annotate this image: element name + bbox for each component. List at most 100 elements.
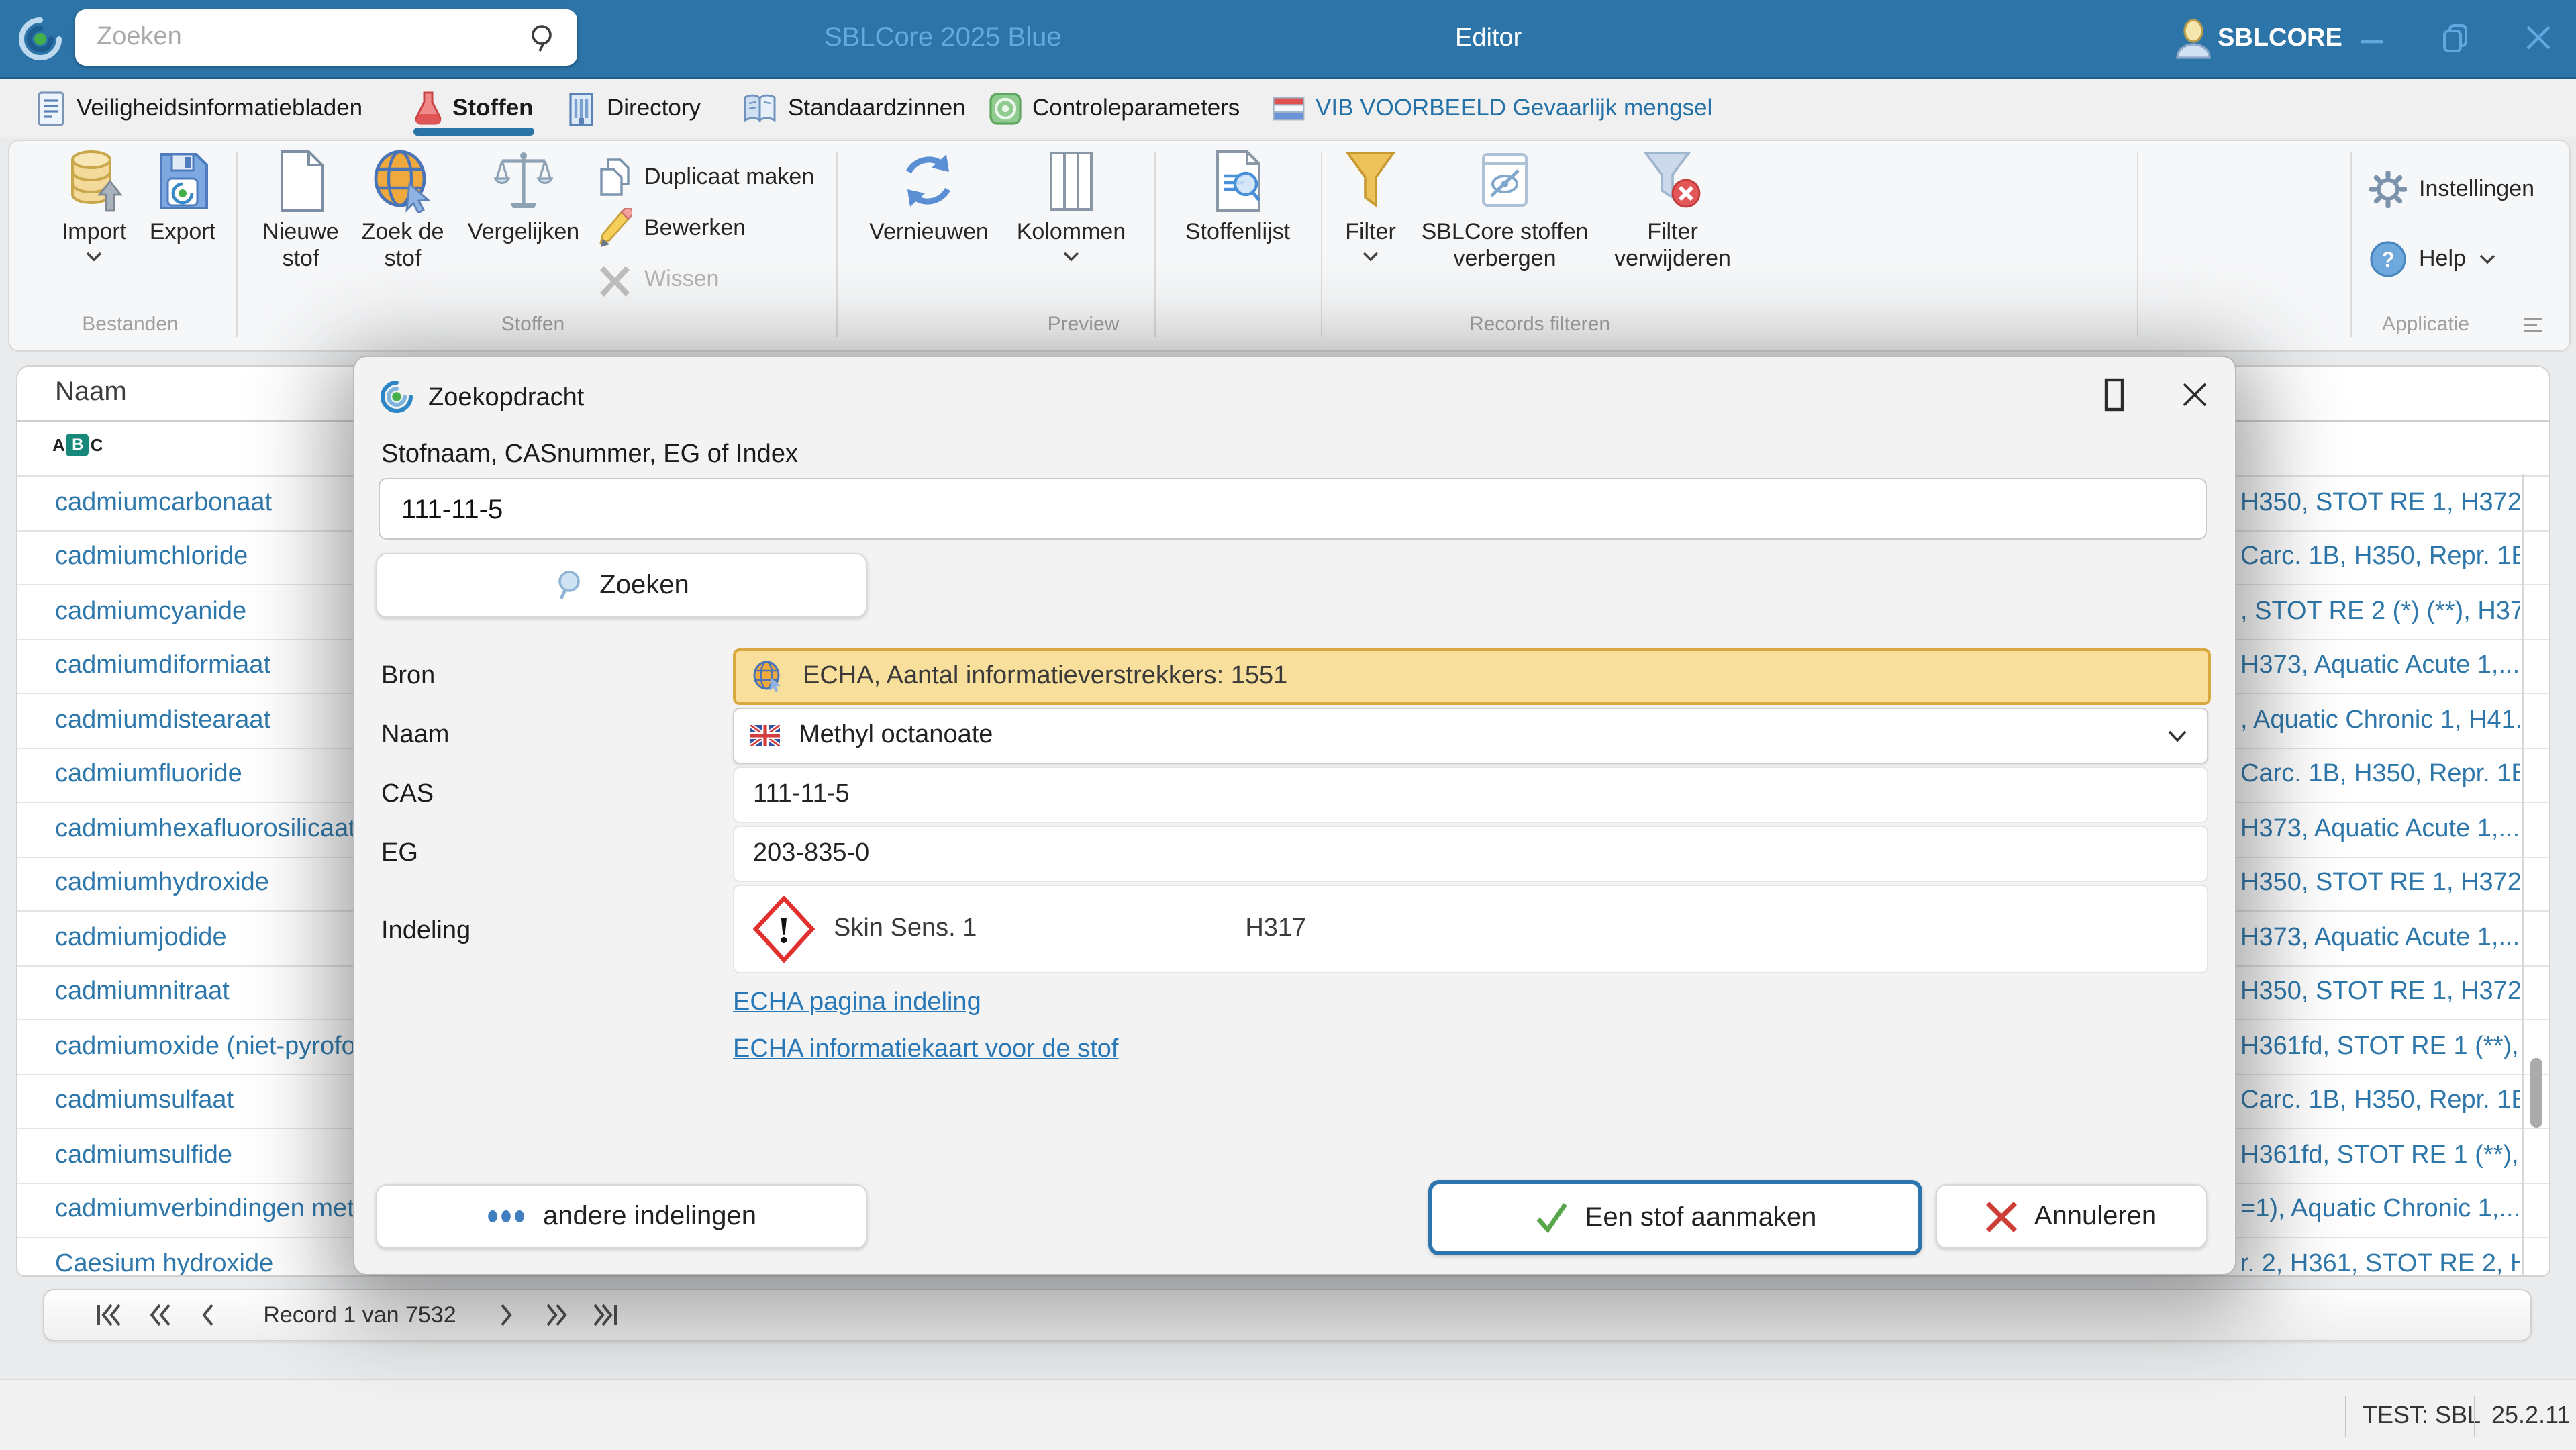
group-divider	[2137, 152, 2138, 337]
filter-funnel-icon	[1345, 152, 1396, 208]
more-dots-icon	[489, 1210, 525, 1222]
app-logo-icon	[19, 17, 62, 60]
user-avatar-icon[interactable]	[2175, 19, 2212, 59]
vernieuwen-button[interactable]: Vernieuwen	[863, 149, 995, 246]
dialog-title: Zoekopdracht	[428, 384, 585, 412]
naam-label: Naam	[381, 721, 450, 749]
record-counter: Record 1 van 7532	[263, 1302, 456, 1328]
previous-page-icon[interactable]	[149, 1290, 173, 1340]
group-divider	[2350, 152, 2352, 337]
import-button[interactable]: Import	[47, 149, 141, 262]
annuleren-button[interactable]: Annuleren	[1936, 1184, 2207, 1249]
stoffenlijst-button[interactable]: Stoffenlijst	[1171, 149, 1305, 246]
substance-search-field[interactable]	[379, 478, 2230, 541]
dialog-close-icon[interactable]	[2180, 380, 2210, 409]
record-navigator: Record 1 van 7532	[43, 1289, 2532, 1341]
cancel-x-icon	[1986, 1202, 2018, 1232]
target-icon	[989, 92, 1022, 124]
column-divider	[2522, 474, 2524, 1275]
tab-label: VIB VOORBEELD Gevaarlijk mengsel	[1316, 94, 1713, 121]
chevron-down-icon	[86, 252, 102, 262]
tab-vib-voorbeeld[interactable]: VIB VOORBEELD Gevaarlijk mengsel	[1273, 79, 1712, 137]
andere-indelingen-button[interactable]: andere indelingen	[376, 1184, 867, 1249]
tab-directory[interactable]: Directory	[566, 79, 701, 137]
zoekopdracht-dialog: Zoekopdracht Stofnaam, CASnummer, EG of …	[353, 356, 2236, 1275]
export-button[interactable]: Export	[136, 149, 230, 246]
check-icon	[1536, 1203, 1567, 1234]
group-label-bestanden: Bestanden	[82, 313, 179, 336]
abc-filter-icon[interactable]: A B C	[52, 434, 103, 456]
last-record-icon[interactable]	[592, 1290, 619, 1340]
globe-search-icon	[374, 150, 431, 213]
version-label: 25.2.11	[2491, 1402, 2571, 1429]
zoek-de-stof-button[interactable]: Zoek de stof	[352, 149, 454, 273]
next-record-icon[interactable]	[498, 1290, 514, 1340]
global-search-input[interactable]	[94, 21, 529, 54]
een-stof-aanmaken-button[interactable]: Een stof aanmaken	[1428, 1180, 1922, 1255]
help-button[interactable]: ? Help	[2369, 238, 2497, 281]
active-tab-indicator	[413, 128, 534, 136]
cas-field[interactable]: 111-11-5	[733, 767, 2208, 823]
close-window-icon[interactable]	[2522, 21, 2555, 54]
account-label[interactable]: SBLCORE	[2218, 0, 2342, 77]
status-divider	[2474, 1396, 2475, 1437]
echa-pagina-indeling-link[interactable]: ECHA pagina indeling	[733, 988, 981, 1018]
search-icon	[532, 25, 552, 52]
dialog-maximize-icon[interactable]	[2099, 377, 2129, 412]
pencil-icon	[599, 208, 632, 247]
first-record-icon[interactable]	[95, 1290, 122, 1340]
instellingen-button[interactable]: Instellingen	[2369, 168, 2534, 211]
columns-icon	[1050, 152, 1093, 211]
filter-verwijderen-button[interactable]: Filter verwijderen	[1599, 149, 1746, 273]
delete-x-icon	[600, 266, 630, 297]
group-label-applicatie: Applicatie	[2381, 313, 2470, 336]
group-divider	[236, 152, 238, 337]
list-preview-icon	[1216, 150, 1260, 212]
vertical-scrollbar-thumb[interactable]	[2530, 1058, 2542, 1128]
tab-controleparameters[interactable]: Controleparameters	[989, 79, 1240, 137]
bron-field[interactable]: ECHA, Aantal informatieverstrekkers: 155…	[733, 648, 2211, 705]
tab-label: Veiligheidsinformatiebladen	[77, 94, 363, 121]
chevron-down-icon	[1063, 252, 1079, 262]
cas-label: CAS	[381, 780, 434, 808]
sblcore-stoffen-verbergen-button[interactable]: SBLCore stoffen verbergen	[1415, 149, 1595, 273]
zoeken-button[interactable]: Zoeken	[376, 553, 867, 618]
tab-standaardzinnen[interactable]: Standaardzinnen	[742, 79, 966, 137]
restore-window-icon[interactable]	[2439, 20, 2474, 55]
wissen-button[interactable]: Wissen	[597, 256, 719, 302]
tab-label: Stoffen	[452, 94, 534, 121]
nieuwe-stof-button[interactable]: Nieuwe stof	[252, 149, 349, 273]
group-label-preview: Preview	[1047, 313, 1120, 336]
substance-search-input[interactable]	[399, 479, 2230, 541]
bron-value: ECHA, Aantal informatieverstrekkers: 155…	[803, 662, 1288, 690]
echa-informatiekaart-link[interactable]: ECHA informatiekaart voor de stof	[733, 1035, 1119, 1065]
app-window: SBLCore 2025 Blue Editor SBLCORE	[0, 0, 2576, 1450]
naam-dropdown[interactable]: Methyl octanoate	[733, 708, 2208, 764]
kolommen-button[interactable]: Kolommen	[1009, 149, 1133, 262]
vergelijken-button[interactable]: Vergelijken	[462, 149, 585, 246]
tab-veiligheidsinformatiebladen[interactable]: Veiligheidsinformatiebladen	[36, 79, 362, 137]
column-header-naam[interactable]: Naam	[55, 377, 127, 408]
previous-record-icon[interactable]	[200, 1290, 216, 1340]
group-options-icon[interactable]	[2522, 316, 2544, 334]
next-page-icon[interactable]	[544, 1290, 568, 1340]
global-search-box[interactable]	[75, 9, 577, 66]
ghs07-exclamation-pictogram: !	[753, 896, 815, 963]
new-document-icon	[281, 150, 324, 212]
status-bar: TEST: SBL 25.2.11	[0, 1379, 2576, 1450]
minimize-icon[interactable]	[2356, 24, 2388, 56]
dialog-app-icon	[381, 381, 413, 413]
search-icon	[558, 571, 580, 600]
building-icon	[569, 92, 593, 126]
status-divider	[2345, 1396, 2346, 1437]
group-divider	[836, 152, 838, 337]
bewerken-button[interactable]: Bewerken	[597, 205, 746, 251]
eg-field[interactable]: 203-835-0	[733, 826, 2208, 882]
filter-button[interactable]: Filter	[1330, 149, 1411, 262]
group-divider	[1154, 152, 1156, 337]
chevron-down-icon	[2168, 730, 2187, 742]
floppy-export-icon	[160, 153, 208, 209]
duplicaat-maken-button[interactable]: Duplicaat maken	[597, 154, 814, 200]
tab-label: Controleparameters	[1032, 94, 1240, 121]
book-icon	[744, 93, 776, 122]
